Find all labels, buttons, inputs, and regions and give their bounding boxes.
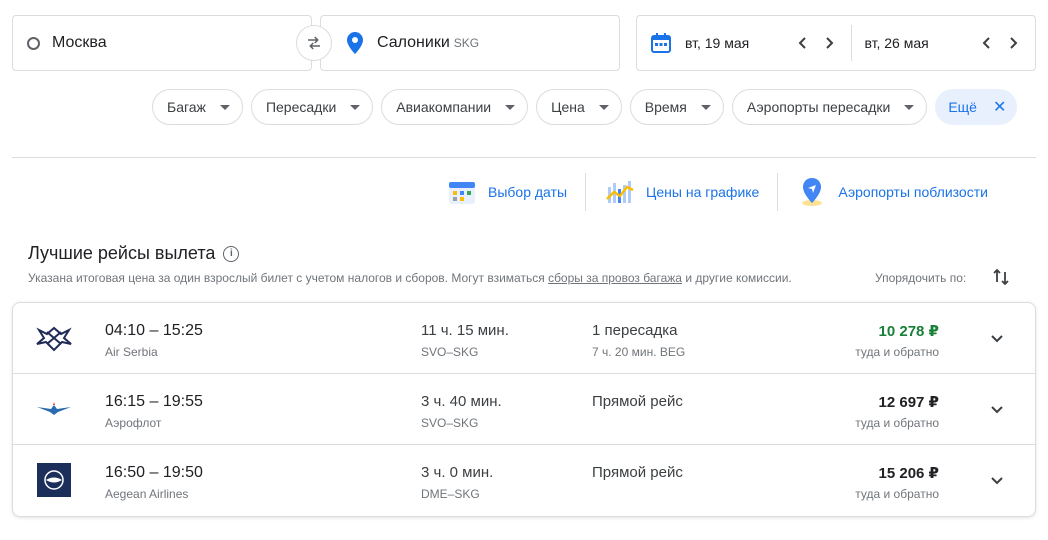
return-prev-icon[interactable] (979, 36, 993, 50)
tools-separator (585, 173, 587, 211)
expand-chevron-icon[interactable] (987, 471, 1007, 491)
return-date: вт, 26 мая (864, 35, 929, 51)
date-grid-icon (446, 176, 478, 208)
note-text: Указана итоговая цена за один взрослый б… (28, 271, 549, 285)
baggage-fees-link[interactable]: сборы за провоз багажа (548, 271, 682, 285)
caret-down-icon (700, 104, 711, 110)
tools-separator (777, 173, 779, 211)
filter-label: Время (644, 99, 687, 115)
flight-stops: 1 пересадка (592, 322, 678, 339)
results-heading: Лучшие рейсы вылета i (28, 243, 240, 264)
price-type: туда и обратно (855, 487, 939, 501)
flight-row[interactable]: 16:15 – 19:55 Аэрофлот 3 ч. 40 мин. SVO–… (13, 374, 1035, 445)
flight-duration: 11 ч. 15 мин. (421, 322, 509, 339)
nearby-airports-label: Аэропорты поблизости (838, 184, 988, 200)
price-graph-button[interactable]: Цены на графике (604, 176, 777, 208)
caret-down-icon (350, 104, 361, 110)
flight-duration: 3 ч. 0 мин. (421, 464, 494, 481)
dates-field: вт, 19 мая вт, 26 мая (636, 15, 1036, 71)
location-pin-icon (347, 32, 363, 54)
flight-route: DME–SKG (421, 487, 480, 501)
caret-down-icon (219, 104, 230, 110)
destination-value: Салоники (377, 34, 450, 51)
flight-stops: Прямой рейс (592, 393, 683, 410)
filter-more-label: Ещё (948, 99, 977, 115)
flight-stops: Прямой рейс (592, 464, 683, 481)
flight-times: 16:15 – 19:55 (105, 393, 203, 410)
flight-price: 15 206 ₽ (878, 465, 939, 482)
airline-name: Air Serbia (105, 345, 158, 359)
destination-field[interactable]: Салоники SKG (320, 15, 620, 71)
flight-row[interactable]: 04:10 – 15:25 Air Serbia 11 ч. 15 мин. S… (13, 303, 1035, 374)
price-type: туда и обратно (855, 345, 939, 359)
return-next-icon[interactable] (1007, 36, 1021, 50)
caret-down-icon (598, 104, 609, 110)
destination-code: SKG (453, 36, 480, 50)
aegean-logo (35, 461, 73, 499)
filter-label: Пересадки (265, 99, 337, 115)
filter-baggage[interactable]: Багаж (152, 89, 243, 125)
date-picker-button[interactable]: Выбор даты (446, 176, 585, 208)
depart-date: вт, 19 мая (685, 35, 750, 51)
price-graph-label: Цены на графике (646, 184, 760, 200)
price-note: Указана итоговая цена за один взрослый б… (28, 271, 792, 285)
flight-price: 10 278 ₽ (878, 323, 939, 340)
return-date-group[interactable]: вт, 26 мая (852, 16, 1035, 70)
flight-row[interactable]: 16:50 – 19:50 Aegean Airlines 3 ч. 0 мин… (13, 445, 1035, 516)
flight-route: SVO–SKG (421, 345, 479, 359)
price-type: туда и обратно (855, 416, 939, 430)
filter-price[interactable]: Цена (536, 89, 622, 125)
filter-more[interactable]: Ещё ✕ (935, 89, 1018, 125)
filter-label: Цена (551, 99, 585, 115)
close-icon[interactable]: ✕ (993, 97, 1006, 117)
filter-time[interactable]: Время (629, 89, 724, 125)
airline-name: Аэрофлот (105, 416, 162, 430)
tools-row: Выбор даты Цены на графике Аэропорты поб… (446, 173, 1006, 211)
nearby-airports-button[interactable]: Аэропорты поблизости (796, 176, 1006, 208)
sort-label: Упорядочить по: (875, 271, 967, 285)
filter-label: Аэропорты пересадки (746, 99, 891, 115)
aeroflot-logo (35, 390, 73, 428)
filter-airlines[interactable]: Авиакомпании (381, 89, 529, 125)
depart-next-icon[interactable] (823, 36, 837, 50)
flight-route: SVO–SKG (421, 416, 479, 430)
flight-duration: 3 ч. 40 мин. (421, 393, 502, 410)
stop-detail: 7 ч. 20 мин. BEG (592, 345, 686, 359)
price-graph-icon (604, 176, 636, 208)
flight-times: 04:10 – 15:25 (105, 322, 203, 339)
swap-button[interactable] (296, 25, 332, 61)
section-divider (12, 157, 1036, 158)
calendar-icon (651, 33, 671, 53)
date-picker-label: Выбор даты (488, 184, 568, 200)
filter-label: Авиакомпании (396, 99, 492, 115)
origin-circle-icon (27, 36, 40, 50)
airline-name: Aegean Airlines (105, 487, 189, 501)
expand-chevron-icon[interactable] (987, 400, 1007, 420)
note-text-end: и другие комиссии. (681, 271, 792, 285)
caret-down-icon (904, 104, 915, 110)
flight-results-list: 04:10 – 15:25 Air Serbia 11 ч. 15 мин. S… (12, 302, 1036, 517)
nearby-airports-icon (796, 176, 828, 208)
flight-price: 12 697 ₽ (878, 394, 939, 411)
results-title: Лучшие рейсы вылета (28, 243, 216, 263)
expand-chevron-icon[interactable] (987, 329, 1007, 349)
filter-chips: Багаж Пересадки Авиакомпании Цена Время … (152, 89, 1018, 125)
origin-field[interactable]: Москва (12, 15, 312, 71)
depart-date-group[interactable]: вт, 19 мая (637, 16, 851, 70)
origin-value: Москва (52, 34, 107, 51)
sort-icon[interactable] (993, 268, 1009, 291)
filter-stops[interactable]: Пересадки (250, 89, 374, 125)
depart-prev-icon[interactable] (795, 36, 809, 50)
info-icon[interactable]: i (223, 245, 240, 262)
filter-connecting-airports[interactable]: Аэропорты пересадки (731, 89, 928, 125)
swap-arrows-icon (308, 36, 320, 50)
filter-label: Багаж (167, 99, 206, 115)
caret-down-icon (505, 104, 516, 110)
flight-times: 16:50 – 19:50 (105, 464, 203, 481)
air-serbia-logo (35, 319, 73, 357)
